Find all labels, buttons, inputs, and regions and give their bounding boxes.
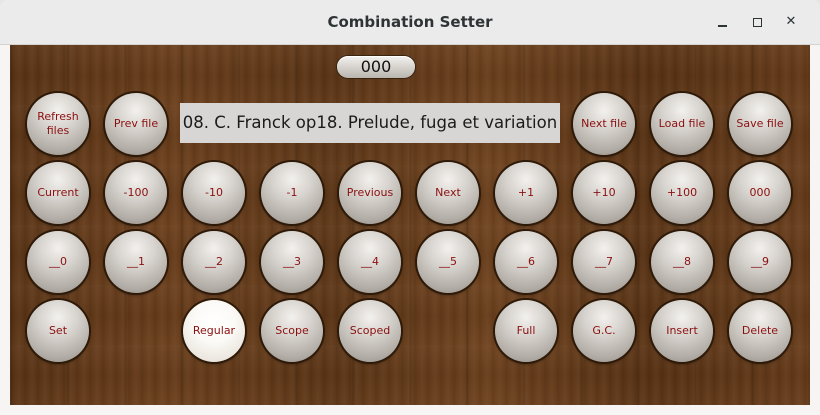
reset-000-button[interactable]: 000 [729, 162, 791, 224]
file-display: 08. C. Franck op18. Prelude, fuga et var… [180, 103, 560, 143]
digit-4-button[interactable]: __4 [339, 231, 401, 293]
digit-1-button[interactable]: __1 [105, 231, 167, 293]
set-button[interactable]: Set [27, 300, 89, 362]
title-bar: Combination Setter ✕ [0, 0, 820, 45]
save-file-button[interactable]: Save file [729, 93, 791, 155]
scoped-button[interactable]: Scoped [339, 300, 401, 362]
digit-0-button[interactable]: __0 [27, 231, 89, 293]
digit-7-button[interactable]: __7 [573, 231, 635, 293]
plus-1-button[interactable]: +1 [495, 162, 557, 224]
regular-button[interactable]: Regular [183, 300, 245, 362]
current-button[interactable]: Current [27, 162, 89, 224]
window-title: Combination Setter [327, 13, 493, 31]
scope-button[interactable]: Scope [261, 300, 323, 362]
minimize-icon[interactable] [710, 10, 734, 34]
minus-10-button[interactable]: -10 [183, 162, 245, 224]
close-icon[interactable]: ✕ [779, 10, 803, 34]
minus-1-button[interactable]: -1 [261, 162, 323, 224]
digit-5-button[interactable]: __5 [417, 231, 479, 293]
digit-2-button[interactable]: __2 [183, 231, 245, 293]
full-button[interactable]: Full [495, 300, 557, 362]
plus-10-button[interactable]: +10 [573, 162, 635, 224]
plus-100-button[interactable]: +100 [651, 162, 713, 224]
digit-9-button[interactable]: __9 [729, 231, 791, 293]
refresh-files-button[interactable]: Refresh files [27, 93, 89, 155]
previous-button[interactable]: Previous [339, 162, 401, 224]
maximize-icon[interactable] [745, 10, 769, 34]
prev-file-button[interactable]: Prev file [105, 93, 167, 155]
minus-100-button[interactable]: -100 [105, 162, 167, 224]
insert-button[interactable]: Insert [651, 300, 713, 362]
digit-6-button[interactable]: __6 [495, 231, 557, 293]
next-file-button[interactable]: Next file [573, 93, 635, 155]
digit-8-button[interactable]: __8 [651, 231, 713, 293]
load-file-button[interactable]: Load file [651, 93, 713, 155]
combination-setter-window: Combination Setter ✕ 000 08. C. Franck o… [0, 0, 820, 415]
delete-button[interactable]: Delete [729, 300, 791, 362]
gc-button[interactable]: G.C. [573, 300, 635, 362]
digit-3-button[interactable]: __3 [261, 231, 323, 293]
combination-counter[interactable]: 000 [337, 56, 415, 78]
next-button[interactable]: Next [417, 162, 479, 224]
